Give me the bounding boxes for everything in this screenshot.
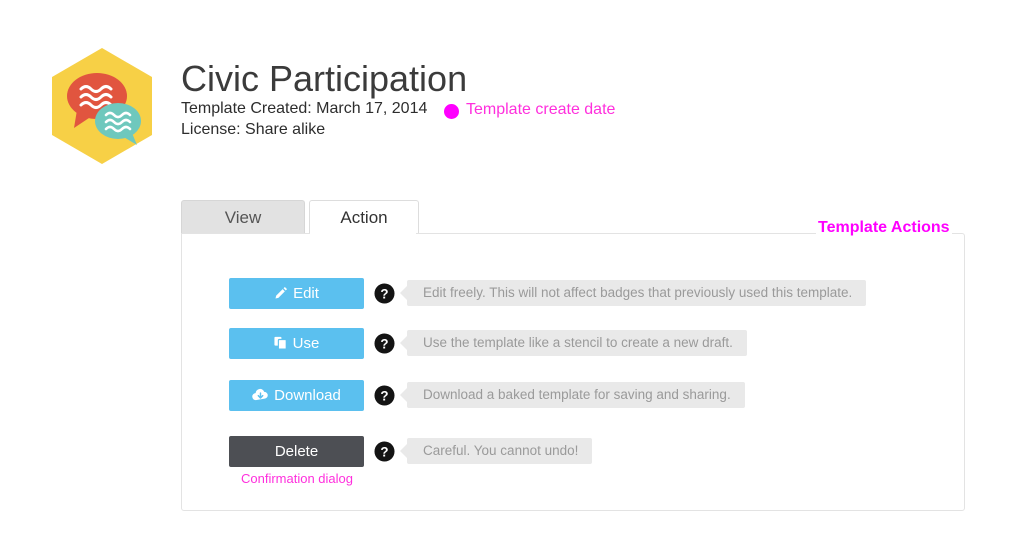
- annotation-template-actions: Template Actions: [816, 219, 952, 237]
- help-icon-use[interactable]: ?: [374, 333, 395, 354]
- action-panel: Edit ? Edit freely. This will not affect…: [181, 233, 965, 511]
- page-title: Civic Participation: [181, 58, 468, 99]
- cloud-download-icon: [252, 388, 269, 402]
- annotation-dot-icon: [444, 104, 459, 119]
- tab-panel-merge: [310, 232, 416, 235]
- use-button-label: Use: [292, 335, 320, 352]
- tab-view[interactable]: View: [181, 200, 305, 233]
- download-button-label: Download: [274, 387, 341, 404]
- edit-button-label: Edit: [293, 285, 319, 302]
- annotation-confirmation-dialog: Confirmation dialog: [241, 471, 354, 486]
- svg-text:?: ?: [380, 388, 388, 403]
- template-created-label: Template Created: March 17, 2014: [181, 100, 428, 117]
- copy-icon: [274, 336, 288, 350]
- tooltip-edit: Edit freely. This will not affect badges…: [399, 280, 867, 306]
- template-license-label: License: Share alike: [181, 121, 326, 138]
- pencil-icon: [274, 286, 288, 300]
- delete-button-label: Delete: [274, 443, 319, 460]
- use-button[interactable]: Use: [229, 328, 364, 359]
- annotation-template-create-date: Template create date: [466, 101, 616, 118]
- page-header: Civic Participation Template Created: Ma…: [0, 0, 1018, 190]
- svg-text:?: ?: [380, 286, 388, 301]
- tab-action[interactable]: Action: [309, 200, 419, 233]
- download-button[interactable]: Download: [229, 380, 364, 411]
- tooltip-download: Download a baked template for saving and…: [400, 382, 745, 408]
- svg-text:?: ?: [380, 444, 388, 459]
- tooltip-use: Use the template like a stencil to creat…: [400, 330, 747, 356]
- help-icon-download[interactable]: ?: [374, 385, 395, 406]
- help-icon-edit[interactable]: ?: [374, 283, 395, 304]
- tooltip-delete: Careful. You cannot undo!: [399, 438, 593, 464]
- edit-button[interactable]: Edit: [229, 278, 364, 309]
- badge-image: [52, 48, 152, 164]
- delete-button[interactable]: Delete: [229, 436, 364, 467]
- help-icon-delete[interactable]: ?: [374, 441, 395, 462]
- svg-text:?: ?: [380, 336, 388, 351]
